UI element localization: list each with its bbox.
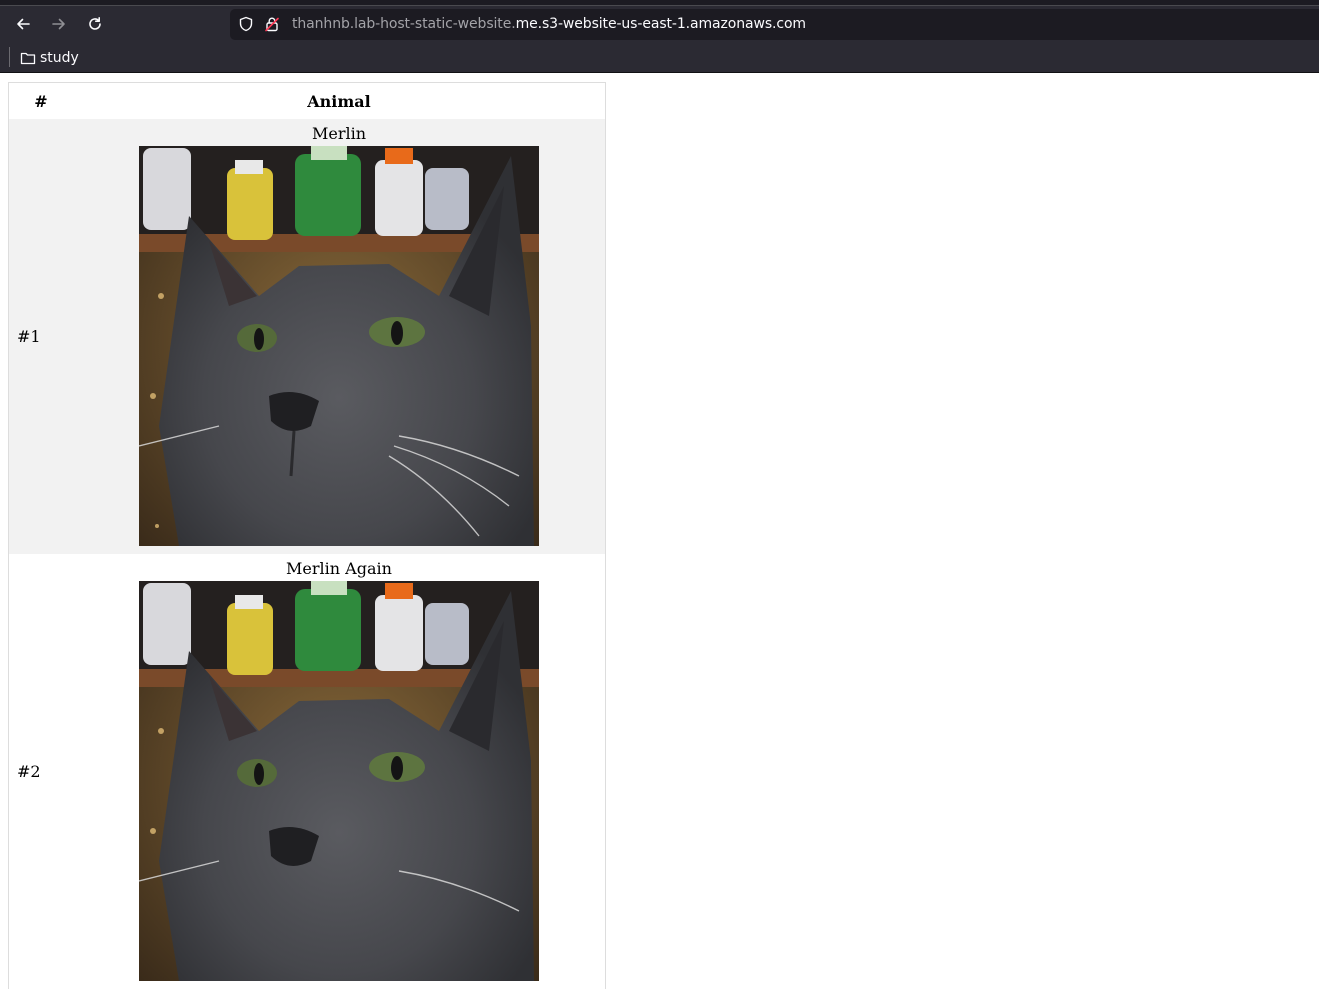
- bookmark-label: study: [40, 50, 79, 66]
- url-text[interactable]: thanhnb.lab-host-static-website.me.s3-we…: [292, 16, 806, 32]
- forward-arrow-icon: [52, 18, 65, 30]
- animal-name: Merlin: [311, 124, 367, 143]
- back-button[interactable]: [8, 9, 38, 39]
- table-row: #2 Merlin Again: [8, 554, 606, 989]
- bookmark-folder-study[interactable]: study: [20, 48, 79, 68]
- bookmarks-separator: [9, 47, 10, 67]
- page-content: # Animal #1 Merlin #2 Merlin Again: [0, 74, 1319, 989]
- gray-cat-photo: [139, 146, 539, 546]
- back-arrow-icon: [17, 18, 30, 30]
- forward-button[interactable]: [44, 9, 74, 39]
- url-subdomain: thanhnb.lab-host-static-website.: [292, 16, 516, 32]
- gray-cat-photo: [139, 581, 539, 981]
- shield-icon[interactable]: [238, 16, 254, 32]
- insecure-lock-icon[interactable]: [264, 16, 280, 32]
- address-bar[interactable]: thanhnb.lab-host-static-website.me.s3-we…: [230, 9, 1319, 40]
- table-row: #1 Merlin: [8, 119, 606, 554]
- url-domain: me.s3-website-us-east-1.amazonaws.com: [515, 16, 807, 32]
- reload-button[interactable]: [80, 9, 110, 39]
- navigation-toolbar: thanhnb.lab-host-static-website.me.s3-we…: [0, 6, 1319, 42]
- header-animal: Animal: [307, 91, 371, 111]
- row-number: #2: [17, 762, 41, 781]
- table-header-row: # Animal: [9, 83, 606, 120]
- animal-cell: Merlin Again: [73, 554, 606, 989]
- animal-cell: Merlin: [73, 119, 606, 554]
- animals-table: # Animal #1 Merlin #2 Merlin Again: [8, 82, 606, 989]
- bookmarks-toolbar: study: [0, 42, 1319, 73]
- row-number: #1: [17, 327, 41, 346]
- reload-icon: [89, 17, 101, 30]
- animal-name: Merlin Again: [286, 559, 392, 578]
- folder-icon: [20, 52, 36, 65]
- header-number: #: [34, 91, 48, 111]
